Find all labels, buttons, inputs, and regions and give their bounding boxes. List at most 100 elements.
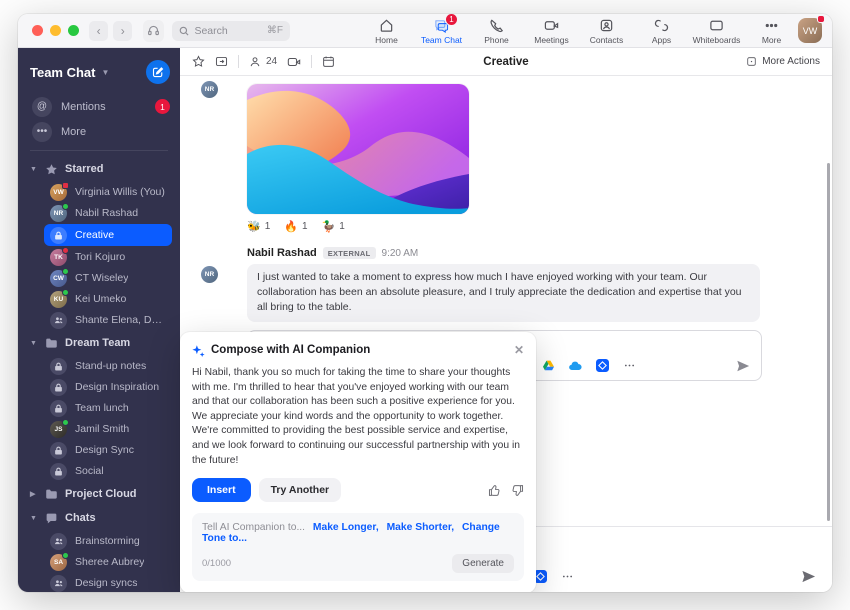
section-chats[interactable]: ▼ Chats — [18, 506, 180, 530]
google-drive-icon[interactable] — [540, 358, 556, 374]
insert-button[interactable]: Insert — [192, 478, 251, 502]
cloud-storage-icon[interactable] — [567, 358, 583, 374]
star-channel-icon[interactable] — [192, 55, 205, 68]
tab-contacts[interactable]: Contacts — [580, 16, 633, 45]
back-button[interactable]: ‹ — [89, 21, 108, 41]
char-counter: 0/1000 — [202, 558, 231, 569]
sidebar-item-stand-up-notes[interactable]: Stand-up notes — [44, 356, 172, 376]
reaction-fire[interactable]: 🔥1 — [284, 220, 307, 233]
reaction-duck[interactable]: 🦆1 — [322, 220, 345, 233]
sidebar-item-brainstorming[interactable]: Brainstorming — [44, 531, 172, 551]
caret-down-icon: ▼ — [30, 515, 38, 522]
window-controls[interactable] — [32, 25, 79, 36]
user-avatar[interactable]: VW — [798, 18, 822, 43]
thumbs-up-icon[interactable] — [488, 484, 501, 497]
sidebar-item-design-syncs[interactable]: Design syncs — [44, 573, 172, 592]
generate-button[interactable]: Generate — [452, 554, 514, 573]
tab-team-chat[interactable]: 1 Team Chat — [415, 16, 468, 45]
tab-meetings[interactable]: Meetings — [525, 16, 578, 45]
section-starred[interactable]: ▼ Starred — [18, 157, 180, 181]
make-longer-link[interactable]: Make Longer, — [313, 522, 379, 533]
search-placeholder: Search — [194, 25, 227, 37]
headset-icon[interactable] — [143, 20, 164, 42]
status-dnd — [62, 247, 69, 254]
sidebar-item-social[interactable]: Social — [44, 461, 172, 481]
reaction-bee[interactable]: 🐝1 — [247, 220, 270, 233]
tab-whiteboards[interactable]: Whiteboards — [690, 16, 743, 45]
try-another-button[interactable]: Try Another — [259, 478, 342, 502]
message-bubble: I just wanted to take a moment to expres… — [247, 264, 760, 322]
search-input[interactable]: Search ⌘F — [172, 21, 290, 41]
sidebar-item-jamil-smith[interactable]: JS Jamil Smith — [44, 419, 172, 439]
section-project-cloud[interactable]: ▶ Project Cloud — [18, 482, 180, 506]
sidebar-item-more[interactable]: ••• More — [18, 119, 180, 144]
calendar-icon[interactable] — [322, 55, 335, 68]
lock-icon — [50, 227, 67, 244]
sidebar-item-virginia-willis[interactable]: VW Virginia Willis (You) — [44, 182, 172, 202]
sidebar-item-team-lunch[interactable]: Team lunch — [44, 398, 172, 418]
ai-companion-popup: Compose with AI Companion ✕ Hi Nabil, th… — [180, 332, 536, 592]
ai-instruction-box[interactable]: Tell AI Companion to... Make Longer, Mak… — [192, 513, 524, 581]
avatar: TK — [50, 249, 67, 266]
meetings-icon — [544, 18, 559, 33]
message-list: NR — [180, 76, 832, 526]
chat-panel: 24 Creative More Actions NR — [180, 48, 832, 592]
divider — [238, 55, 239, 68]
status-online — [62, 552, 69, 559]
thumbs-down-icon[interactable] — [511, 484, 524, 497]
more-tools-icon[interactable] — [621, 358, 637, 374]
external-badge: EXTERNAL — [323, 247, 376, 259]
members-button[interactable]: 24 — [249, 56, 277, 68]
forward-button[interactable]: › — [113, 21, 132, 41]
lock-icon — [50, 463, 67, 480]
avatar: CW — [50, 270, 67, 287]
tab-home[interactable]: Home — [360, 16, 413, 45]
divider — [311, 55, 312, 68]
sidebar-item-nabil-rashad[interactable]: NR Nabil Rashad — [44, 203, 172, 223]
video-call-icon[interactable] — [287, 55, 301, 69]
caret-down-icon: ▼ — [30, 340, 38, 347]
ai-generated-text: Hi Nabil, thank you so much for taking t… — [192, 366, 524, 468]
sidebar-item-ct-wiseley[interactable]: CW CT Wiseley — [44, 268, 172, 288]
search-shortcut: ⌘F — [267, 25, 283, 36]
close-window-button[interactable] — [32, 25, 43, 36]
make-shorter-link[interactable]: Make Shorter, — [387, 522, 455, 533]
sidebar-item-design-inspiration[interactable]: Design Inspiration — [44, 377, 172, 397]
sidebar-item-kei-umeko[interactable]: KU Kei Umeko — [44, 289, 172, 309]
chevron-down-icon: ▼ — [102, 68, 110, 77]
shared-wallpaper-image[interactable] — [247, 84, 469, 214]
new-chat-button[interactable] — [146, 60, 170, 84]
sidebar-item-shante-elena-group[interactable]: Shante Elena, Daniel Bow... — [44, 310, 172, 330]
status-online — [62, 419, 69, 426]
sidebar-item-tori-kojuro[interactable]: TK Tori Kojuro — [44, 247, 172, 267]
bee-emoji: 🐝 — [247, 220, 261, 233]
more-icon — [764, 18, 779, 33]
tab-phone[interactable]: Phone — [470, 16, 523, 45]
sidebar-title[interactable]: Team Chat — [30, 65, 96, 80]
zoom-apps-icon[interactable] — [594, 358, 610, 374]
sidebar-item-design-sync[interactable]: Design Sync — [44, 440, 172, 460]
send-icon[interactable] — [735, 358, 751, 374]
top-bar: ‹ › Search ⌘F Home 1 Team Chat Phone — [18, 14, 832, 48]
more-tools-icon[interactable] — [559, 568, 575, 584]
sidebar-item-mentions[interactable]: @ Mentions 1 — [18, 94, 180, 119]
lock-icon — [50, 442, 67, 459]
sidebar-item-sheree-aubrey[interactable]: SA Sheree Aubrey — [44, 552, 172, 572]
more-actions-button[interactable]: More Actions — [746, 56, 820, 67]
ai-popup-title: Compose with AI Companion — [211, 344, 370, 356]
tab-more[interactable]: More — [745, 16, 798, 45]
avatar: NR — [201, 266, 218, 283]
section-dream-team[interactable]: ▼ Dream Team — [18, 331, 180, 355]
phone-icon — [489, 18, 504, 33]
close-icon[interactable]: ✕ — [514, 343, 524, 357]
avatar: VW — [50, 184, 67, 201]
send-icon[interactable] — [800, 568, 816, 584]
tab-apps[interactable]: Apps — [635, 16, 688, 45]
move-to-folder-icon[interactable] — [215, 55, 228, 68]
scrollbar[interactable] — [827, 163, 830, 521]
minimize-window-button[interactable] — [50, 25, 61, 36]
zoom-window-button[interactable] — [68, 25, 79, 36]
star-icon — [45, 163, 58, 176]
contacts-icon — [599, 18, 614, 33]
sidebar-item-creative[interactable]: Creative — [44, 224, 172, 246]
